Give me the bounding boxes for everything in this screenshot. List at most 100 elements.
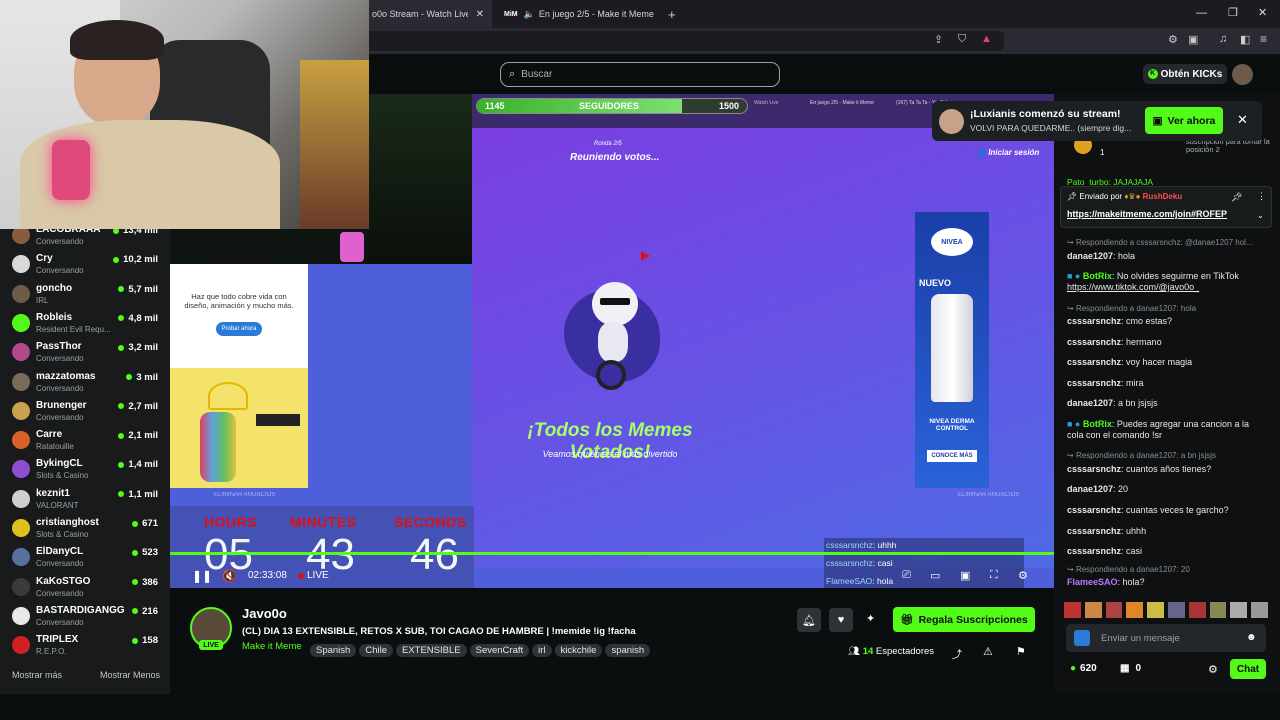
- ad-learn-more-button[interactable]: CONOCE MÁS: [927, 450, 977, 462]
- gift-subs-button[interactable]: 🎁︎ Regala Suscripciones: [893, 607, 1035, 632]
- minimize-icon[interactable]: —: [1196, 7, 1207, 19]
- emote-icon[interactable]: [1230, 602, 1248, 618]
- share-icon[interactable]: ⇪: [934, 33, 943, 46]
- emote-icon[interactable]: [1084, 602, 1102, 618]
- chat-username[interactable]: danae1207: [1067, 398, 1113, 408]
- report-icon[interactable]: ⚠: [983, 645, 993, 658]
- chat-username[interactable]: csssarsnchz: [1067, 378, 1121, 388]
- mute-icon[interactable]: 🔇: [222, 569, 237, 583]
- stream-tag[interactable]: spanish: [605, 644, 651, 657]
- stream-tag[interactable]: kickchile: [554, 644, 603, 657]
- sparkle-icon[interactable]: ✦: [866, 612, 875, 625]
- chat-username[interactable]: BotRix: [1083, 271, 1112, 281]
- rewards-icon[interactable]: ▲: [981, 33, 992, 45]
- chat-identity-icon[interactable]: [1074, 630, 1090, 646]
- sidebar-toggle-icon[interactable]: ◧: [1240, 33, 1250, 46]
- restore-icon[interactable]: ❐: [1228, 6, 1238, 19]
- streamer-name[interactable]: Javo0o: [242, 606, 287, 621]
- stream-tag[interactable]: EXTENSIBLE: [396, 644, 467, 657]
- emote-icon[interactable]: [1251, 602, 1268, 618]
- ad-try-button[interactable]: Probar ahora: [216, 322, 262, 336]
- sidebar-item-carre[interactable]: Carre Ratatouille 2,1 mil: [0, 427, 170, 456]
- new-tab-button[interactable]: +: [660, 0, 680, 28]
- left-ad[interactable]: realidad Haz que todo cobre vida con dis…: [170, 250, 308, 488]
- chat-username[interactable]: csssarsnchz: [1067, 464, 1121, 474]
- pinned-link[interactable]: https://makeitmeme.com/join#ROFEP: [1067, 209, 1227, 219]
- send-chat-button[interactable]: Chat: [1230, 659, 1266, 679]
- chat-username[interactable]: danae1207: [1067, 251, 1113, 261]
- emote-icon[interactable]: [1105, 602, 1123, 618]
- close-icon[interactable]: ✕: [1237, 112, 1248, 128]
- music-icon[interactable]: ♫: [1219, 33, 1227, 45]
- channel-points[interactable]: ● 620: [1070, 663, 1097, 674]
- chat-username[interactable]: csssarsnchz: [1067, 316, 1121, 326]
- sidebar-item-cry[interactable]: Cry Conversando 10,2 mil: [0, 251, 170, 280]
- stream-tag[interactable]: irl: [532, 644, 552, 657]
- bell-icon[interactable]: 🔔︎: [797, 608, 821, 632]
- stream-tag[interactable]: Chile: [359, 644, 393, 657]
- chat-username[interactable]: BotRix: [1083, 419, 1112, 429]
- stream-category[interactable]: Make it Meme: [242, 641, 302, 652]
- sidebar-item-bastardigangg[interactable]: BASTARDIGANGG Conversando 216: [0, 603, 170, 632]
- right-ad[interactable]: NIVEA NUEVO NIVEA DERMA CONTROL CONOCE M…: [915, 212, 989, 488]
- stream-tag[interactable]: SevenCraft: [469, 644, 530, 657]
- sidebar-item-passthor[interactable]: PassThor Conversando 3,2 mil: [0, 339, 170, 368]
- tab-kick-stream[interactable]: o0o Stream - Watch Live on K ✕: [364, 0, 492, 28]
- pause-icon[interactable]: ❚❚: [192, 569, 212, 583]
- screenshot-icon[interactable]: ▣: [1188, 33, 1198, 46]
- pinned-message[interactable]: 📌︎ Enviado por ♦♛● RushDeku https://make…: [1060, 186, 1272, 228]
- emoji-icon[interactable]: ☻: [1246, 632, 1257, 643]
- chat-settings-icon[interactable]: ⚙: [1208, 663, 1218, 676]
- remove-ads-left[interactable]: ELIMINAR ANUNCIOS: [214, 492, 275, 498]
- sidebar-item-brunenger[interactable]: Brunenger Conversando 2,7 mil: [0, 398, 170, 427]
- show-more-link[interactable]: Mostrar más: [12, 670, 62, 680]
- chat-username[interactable]: csssarsnchz: [1067, 357, 1121, 367]
- chat-username[interactable]: csssarsnchz: [1067, 546, 1121, 556]
- emote-icon[interactable]: [1167, 602, 1185, 618]
- user-avatar[interactable]: [1232, 64, 1253, 85]
- emote-icon[interactable]: [1064, 602, 1081, 618]
- settings-icon[interactable]: ⚙: [1018, 569, 1028, 582]
- sidebar-item-triplex[interactable]: TRIPLEX R.E.P.O. 158: [0, 632, 170, 661]
- menu-icon[interactable]: ≡: [1260, 32, 1267, 46]
- tab-make-it-meme[interactable]: MiM 🔈 En juego 2/5 - Make it Meme: [496, 0, 656, 28]
- sidebar-item-cristianghost[interactable]: cristianghost Slots & Casino 671: [0, 515, 170, 544]
- emote-icon[interactable]: [1147, 602, 1164, 618]
- chat-username[interactable]: csssarsnchz: [1067, 337, 1121, 347]
- extensions-icon[interactable]: ⚙: [1168, 33, 1178, 46]
- search-input[interactable]: ⌕ Buscar: [500, 62, 780, 87]
- share-stream-icon[interactable]: ⤴: [952, 646, 962, 661]
- emote-icon[interactable]: [1126, 602, 1144, 618]
- predictions-count[interactable]: ▦ 0: [1120, 663, 1141, 674]
- sidebar-item-mazzatomas[interactable]: mazzatomas Conversando 3 mil: [0, 369, 170, 398]
- url-field[interactable]: [364, 31, 1004, 51]
- chat-input[interactable]: Enviar un mensaje: [1066, 624, 1266, 652]
- heart-icon[interactable]: ♥: [829, 608, 853, 632]
- stream-tag[interactable]: Spanish: [310, 644, 357, 657]
- watch-now-button[interactable]: ▣ Ver ahora: [1145, 107, 1223, 134]
- chat-username[interactable]: csssarsnchz: [1067, 526, 1121, 536]
- chevron-down-icon[interactable]: ⌄: [1257, 211, 1264, 220]
- emote-icon[interactable]: [1209, 602, 1227, 618]
- chat-username[interactable]: csssarsnchz: [1067, 505, 1121, 515]
- chat-username[interactable]: danae1207: [1067, 484, 1113, 494]
- close-icon[interactable]: ✕: [476, 9, 484, 20]
- sidebar-item-keznit1[interactable]: keznit1 VALORANT 1,1 mil: [0, 486, 170, 515]
- clip-icon[interactable]: ⎚: [902, 569, 911, 582]
- emote-icon[interactable]: [1188, 602, 1206, 618]
- sidebar-item-bykingcl[interactable]: BykingCL Slots & Casino 1,4 mil: [0, 456, 170, 485]
- get-kicks-button[interactable]: K Obtén KICKs: [1143, 64, 1227, 84]
- close-window-icon[interactable]: ✕: [1258, 6, 1267, 19]
- chat-username[interactable]: FlameeSAO: [1067, 577, 1118, 587]
- theatre-icon[interactable]: ▭: [930, 569, 940, 582]
- user-plus-icon[interactable]: ⚑: [1016, 645, 1026, 658]
- shield-icon[interactable]: ⛉: [958, 33, 966, 46]
- sidebar-item-robleis[interactable]: Robleis Resident Evil Requ... 4,8 mil: [0, 310, 170, 339]
- sidebar-item-goncho[interactable]: goncho IRL 5,7 mil: [0, 281, 170, 310]
- fullscreen-icon[interactable]: ⛶: [990, 569, 998, 582]
- more-options-icon[interactable]: ⋮: [1257, 191, 1266, 202]
- remove-ads-right[interactable]: ELIMINAR ANUNCIOS: [958, 492, 1019, 498]
- seek-bar[interactable]: [170, 552, 1054, 555]
- sidebar-item-eldanycl[interactable]: ElDanyCL Conversando 523: [0, 544, 170, 573]
- sidebar-item-kakostgo[interactable]: KaKoSTGO Conversando 386: [0, 574, 170, 603]
